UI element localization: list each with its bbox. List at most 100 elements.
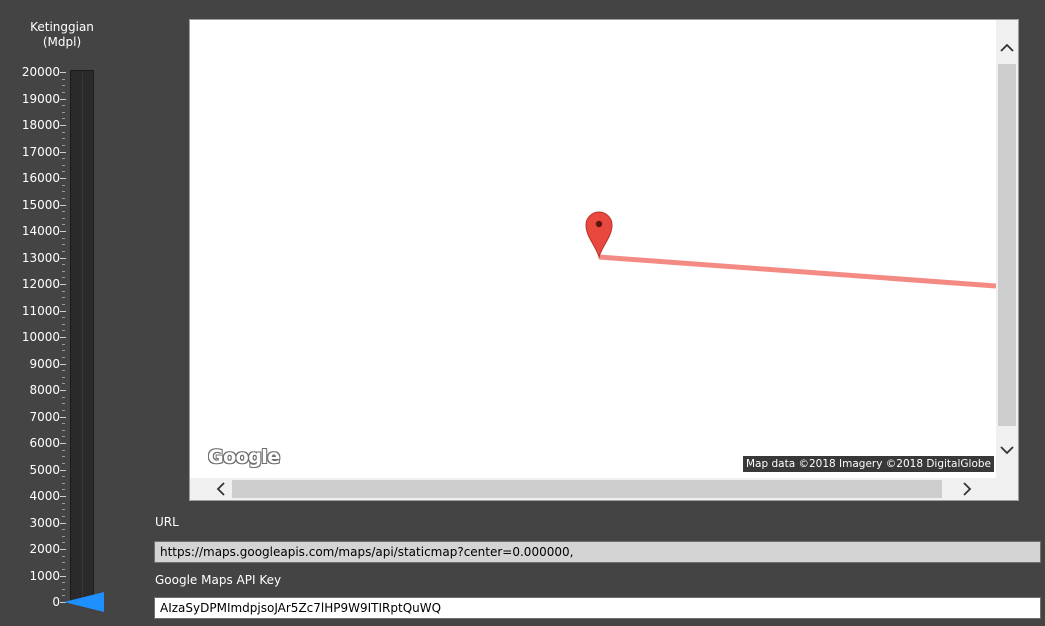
altitude-minor-tick	[62, 535, 65, 537]
altitude-minor-tick	[62, 476, 65, 478]
altitude-major-tick	[60, 178, 66, 179]
altitude-minor-tick	[62, 555, 65, 557]
altitude-pointer-icon[interactable]	[64, 592, 104, 612]
altitude-major-tick	[60, 337, 66, 338]
altitude-minor-tick	[62, 396, 65, 398]
altitude-minor-tick	[62, 317, 65, 319]
altitude-minor-tick	[62, 158, 65, 160]
altitude-minor-tick	[62, 409, 65, 411]
altitude-minor-tick	[62, 250, 65, 252]
altitude-minor-tick	[62, 105, 65, 107]
altitude-minor-tick	[62, 489, 65, 491]
altitude-scale-label: 1000	[29, 568, 60, 583]
altitude-minor-tick	[62, 515, 65, 517]
altitude-scale-label: 19000	[21, 91, 60, 106]
altitude-minor-tick	[62, 462, 65, 464]
altitude-scale-label: 18000	[21, 118, 60, 132]
altitude-minor-tick	[62, 350, 65, 352]
altitude-minor-tick	[62, 237, 65, 239]
vertical-scroll-thumb[interactable]	[998, 64, 1016, 426]
altitude-scale-label: 17000	[21, 144, 60, 159]
url-field[interactable]	[154, 541, 1041, 563]
altitude-scale-label: 15000	[21, 197, 60, 212]
altitude-minor-tick	[62, 529, 65, 531]
horizontal-scroll-thumb[interactable]	[232, 480, 942, 498]
horizontal-scrollbar[interactable]	[190, 478, 996, 500]
altitude-minor-tick	[62, 343, 65, 345]
altitude-minor-tick	[62, 224, 65, 226]
altitude-minor-tick	[62, 568, 65, 570]
altitude-gauge-title-line1: Ketinggian	[30, 20, 94, 34]
altitude-minor-tick	[62, 184, 65, 186]
altitude-major-tick	[60, 284, 66, 285]
altitude-minor-tick	[62, 449, 65, 451]
altitude-minor-tick	[62, 244, 65, 246]
chevron-left-icon[interactable]	[210, 478, 232, 500]
altitude-minor-tick	[62, 562, 65, 564]
altitude-minor-tick	[62, 85, 65, 87]
altitude-scale-label: 5000	[29, 462, 60, 477]
altitude-minor-tick	[62, 118, 65, 120]
altitude-major-tick	[60, 125, 66, 126]
altitude-scale-label: 7000	[29, 409, 60, 424]
altitude-major-tick	[60, 98, 66, 100]
altitude-scale-label: 10000	[21, 330, 60, 344]
altitude-minor-tick	[62, 383, 65, 385]
chevron-up-icon[interactable]	[996, 36, 1018, 58]
chevron-right-icon[interactable]	[956, 478, 978, 500]
altitude-gauge-title: Ketinggian (Mdpl)	[22, 20, 102, 50]
altitude-minor-tick	[62, 164, 65, 166]
altitude-gauge-unit: (Mdpl)	[42, 35, 82, 49]
url-label: URL	[155, 515, 179, 529]
altitude-major-tick	[60, 443, 66, 444]
altitude-minor-tick	[62, 91, 65, 93]
altitude-minor-tick	[62, 502, 65, 504]
altitude-scale-label: 6000	[29, 436, 60, 450]
altitude-major-tick	[60, 469, 66, 471]
altitude-scale-label: 0	[52, 595, 60, 609]
map-pin-icon[interactable]	[585, 211, 613, 259]
altitude-scale-label: 12000	[21, 277, 60, 291]
altitude-minor-tick	[62, 436, 65, 438]
altitude-minor-tick	[62, 356, 65, 358]
altitude-minor-tick	[62, 197, 65, 199]
altitude-minor-tick	[62, 270, 65, 272]
altitude-minor-tick	[62, 78, 65, 80]
vertical-scrollbar[interactable]	[996, 20, 1018, 478]
altitude-major-tick	[60, 72, 66, 73]
altitude-minor-tick	[62, 171, 65, 173]
altitude-minor-tick	[62, 217, 65, 219]
altitude-scale-label: 16000	[21, 171, 60, 185]
altitude-major-tick	[60, 522, 66, 524]
altitude-minor-tick	[62, 582, 65, 584]
altitude-minor-tick	[62, 144, 65, 146]
altitude-minor-tick	[62, 330, 65, 332]
altitude-minor-tick	[62, 323, 65, 325]
altitude-gauge-track	[70, 70, 94, 602]
altitude-scale-label: 8000	[29, 383, 60, 397]
altitude-minor-tick	[62, 138, 65, 140]
altitude-scale-label: 9000	[29, 356, 60, 371]
map-attribution: Map data ©2018 Imagery ©2018 DigitalGlob…	[742, 456, 994, 472]
altitude-scale-label: 13000	[21, 250, 60, 265]
api-key-field[interactable]	[154, 597, 1041, 619]
chevron-down-icon[interactable]	[996, 440, 1018, 462]
altitude-scale-label: 20000	[21, 65, 60, 79]
altitude-minor-tick	[62, 588, 65, 590]
altitude-minor-tick	[62, 542, 65, 544]
altitude-minor-tick	[62, 482, 65, 484]
altitude-minor-tick	[62, 376, 65, 378]
altitude-scale-label: 2000	[29, 542, 60, 556]
altitude-minor-tick	[62, 264, 65, 266]
altitude-minor-tick	[62, 429, 65, 431]
altitude-minor-tick	[62, 456, 65, 458]
route-path	[598, 254, 996, 289]
google-logo: Google	[208, 446, 280, 468]
altitude-major-tick	[60, 151, 66, 153]
map-viewport[interactable]: Google Map data ©2018 Imagery ©2018 Digi…	[190, 20, 996, 478]
altitude-minor-tick	[62, 403, 65, 405]
altitude-minor-tick	[62, 131, 65, 133]
altitude-major-tick	[60, 390, 66, 391]
altitude-major-tick	[60, 310, 66, 312]
altitude-minor-tick	[62, 370, 65, 372]
